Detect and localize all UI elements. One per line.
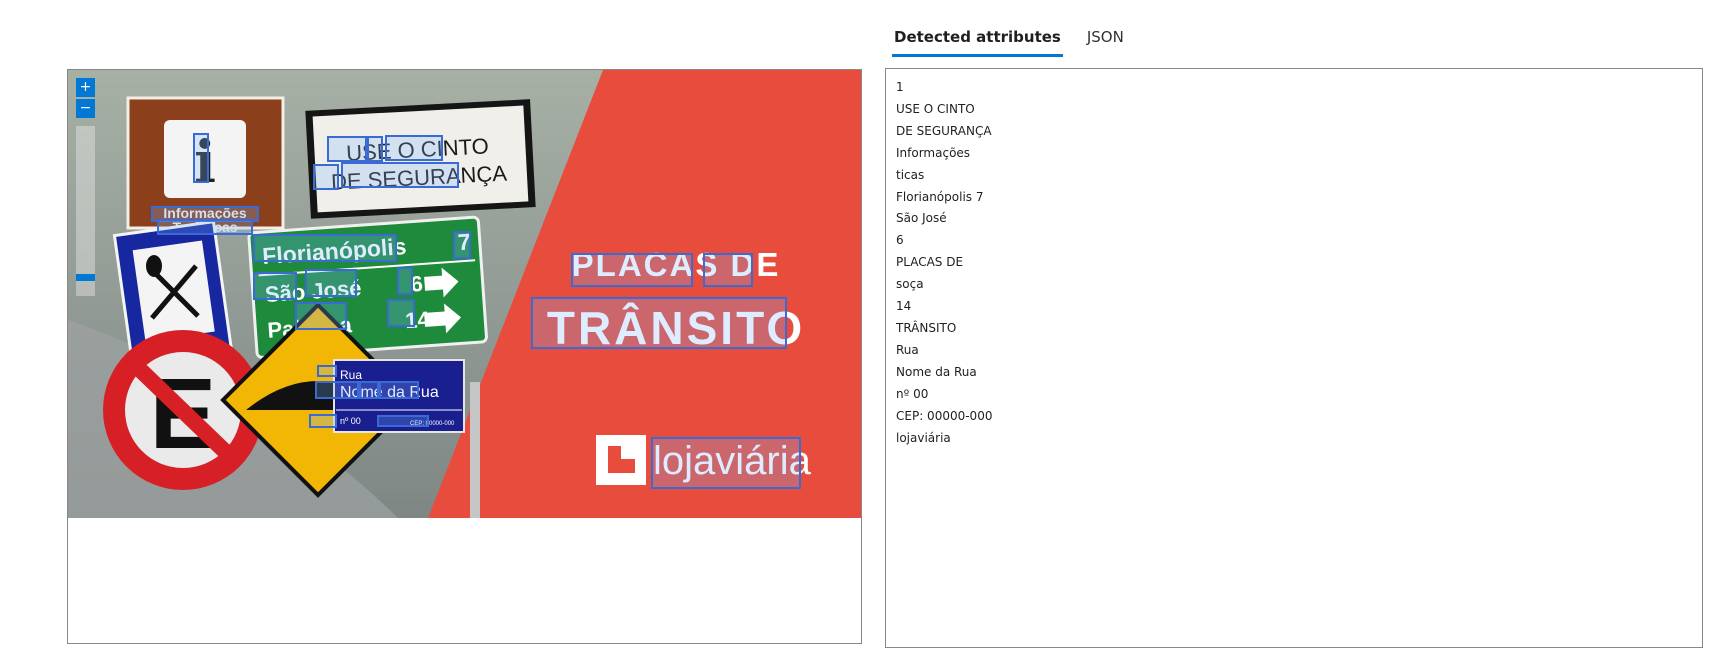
zoom-controls: + − xyxy=(76,78,95,296)
detected-line: lojaviária xyxy=(896,430,951,445)
detected-line: USE O CINTO xyxy=(896,101,975,116)
image-viewer[interactable]: i Informações Turísticas USE O CINTO DE … xyxy=(67,69,862,644)
zoom-out-button[interactable]: − xyxy=(76,99,95,118)
detected-line: CEP: 00000-000 xyxy=(896,408,993,423)
sign-pole xyxy=(470,382,480,518)
street-top: Rua xyxy=(340,368,362,382)
zoom-slider-thumb[interactable] xyxy=(76,274,95,281)
detected-line: PLACAS DE xyxy=(896,255,964,270)
detected-attributes-panel: 1 USE O CINTO DE SEGURANÇA Informações t… xyxy=(885,68,1703,648)
detected-line: 14 xyxy=(896,299,912,314)
zoom-slider[interactable] xyxy=(76,126,95,296)
detected-line: São José xyxy=(896,211,947,226)
analyzed-image: i Informações Turísticas USE O CINTO DE … xyxy=(68,70,861,518)
detected-line: 6 xyxy=(896,233,904,248)
detected-line: ticas xyxy=(896,167,925,182)
detected-line: Informações xyxy=(896,145,971,160)
detected-line: Nome da Rua xyxy=(896,364,977,379)
street-num: nº 00 xyxy=(340,416,361,426)
detected-line: soça xyxy=(896,277,924,292)
detected-line: 1 xyxy=(896,80,904,94)
traffic-signs-image: i Informações Turísticas USE O CINTO DE … xyxy=(68,70,861,518)
result-tabs: Detected attributes JSON xyxy=(892,25,1148,57)
detected-line: TRÂNSITO xyxy=(896,320,957,335)
detected-line: Rua xyxy=(896,342,919,357)
zoom-in-button[interactable]: + xyxy=(76,78,95,97)
detected-line: Florianópolis 7 xyxy=(896,189,984,204)
detected-line: DE SEGURANÇA xyxy=(896,123,992,138)
detected-line: nº 00 xyxy=(896,386,929,401)
tab-json[interactable]: JSON xyxy=(1085,25,1126,57)
tab-detected-attributes[interactable]: Detected attributes xyxy=(892,25,1063,57)
